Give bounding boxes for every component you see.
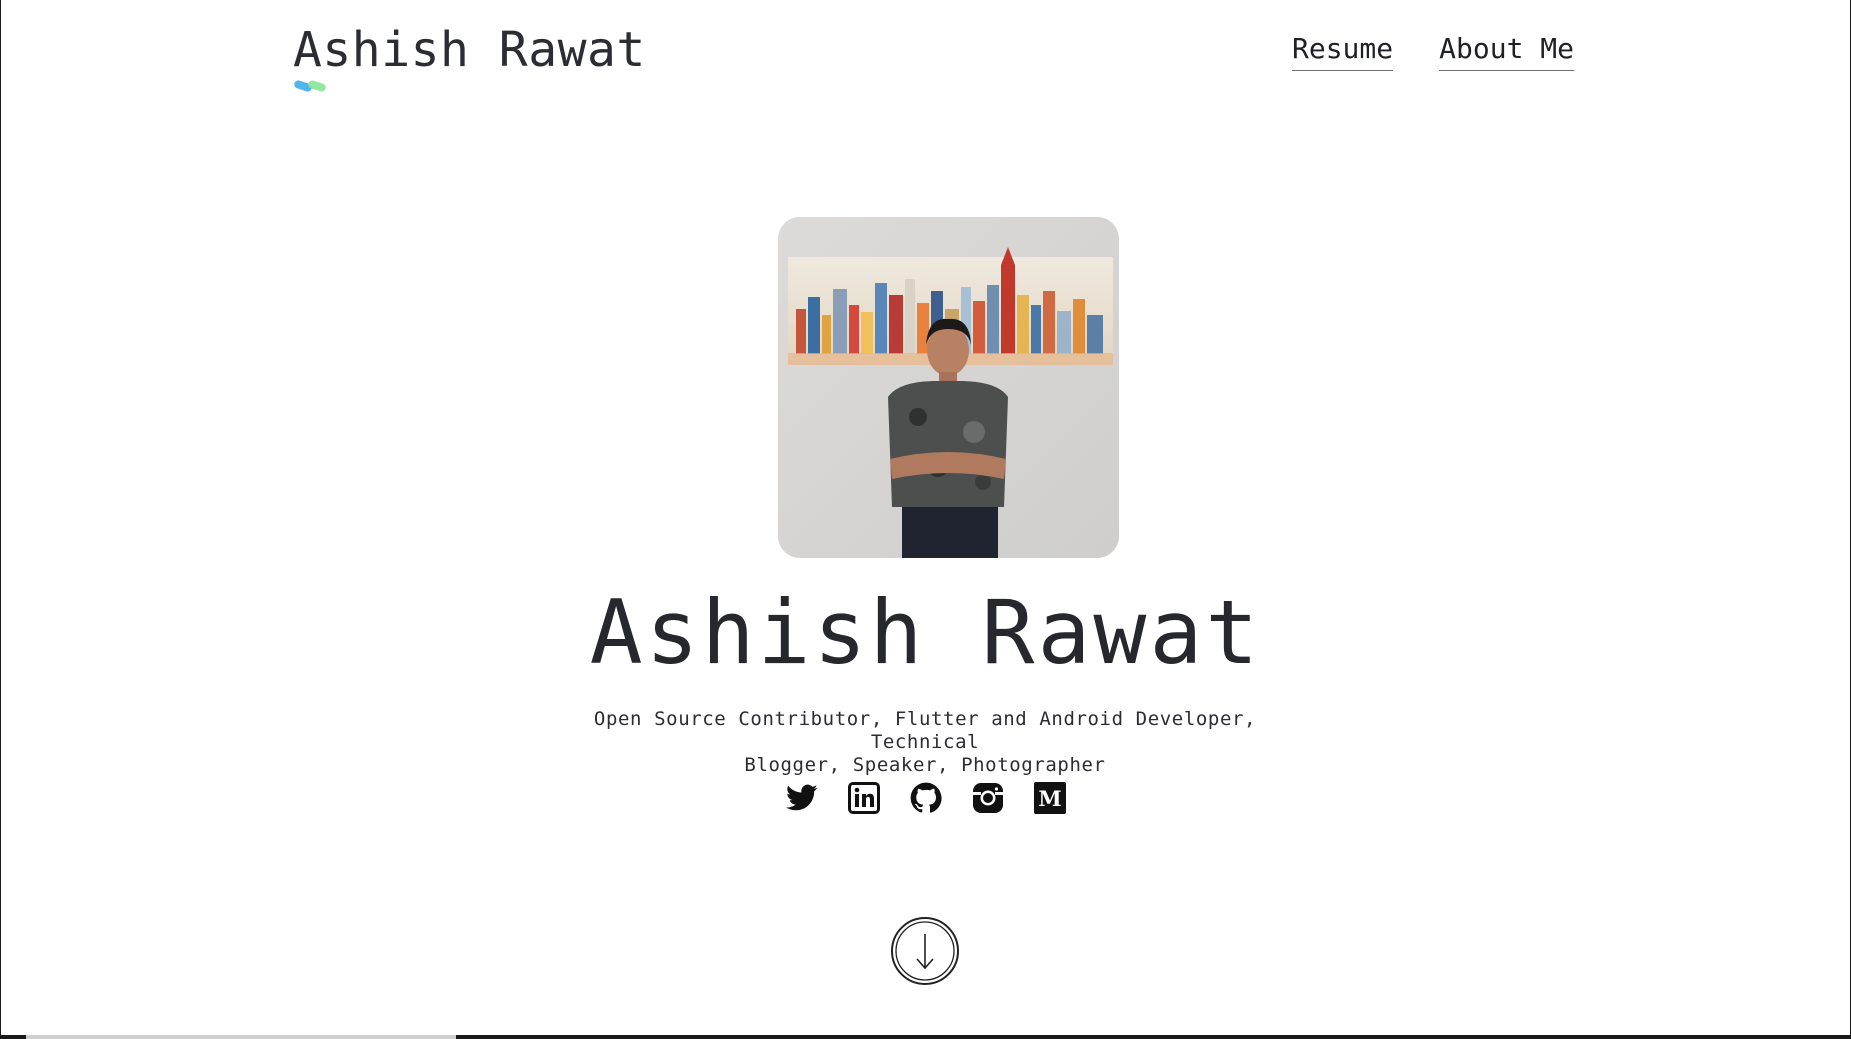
nav-about-me-link[interactable]: About Me	[1439, 30, 1574, 71]
profile-photo-image	[778, 217, 1119, 558]
scroll-down-button[interactable]	[890, 916, 960, 986]
main-nav: Resume About Me	[1291, 30, 1574, 71]
profile-photo	[778, 217, 1119, 558]
svg-text:M: M	[1038, 786, 1061, 811]
bottom-edge-highlight	[26, 1035, 456, 1039]
instagram-icon[interactable]	[970, 779, 1006, 817]
linkedin-icon[interactable]	[846, 779, 882, 817]
hero-name: Ashish Rawat	[589, 581, 1262, 684]
site-header: Ashish Rawat Resume About Me	[0, 0, 1851, 110]
medium-icon[interactable]: M	[1032, 779, 1068, 817]
github-icon[interactable]	[908, 779, 944, 817]
site-logo[interactable]: Ashish Rawat	[293, 16, 646, 92]
nav-resume-link[interactable]: Resume	[1291, 30, 1394, 71]
bottom-edge	[0, 1035, 1851, 1039]
tagline-line-2: Blogger, Speaker, Photographer	[744, 754, 1106, 776]
hero-tagline: Open Source Contributor, Flutter and And…	[575, 708, 1275, 777]
social-links: M	[0, 779, 1851, 817]
tagline-line-1: Open Source Contributor, Flutter and And…	[593, 708, 1257, 753]
arrow-down-icon[interactable]	[890, 916, 960, 986]
twitter-icon[interactable]	[784, 779, 820, 817]
logo-text[interactable]: Ashish Rawat	[293, 16, 646, 84]
logo-brush-marks-icon	[294, 80, 326, 92]
